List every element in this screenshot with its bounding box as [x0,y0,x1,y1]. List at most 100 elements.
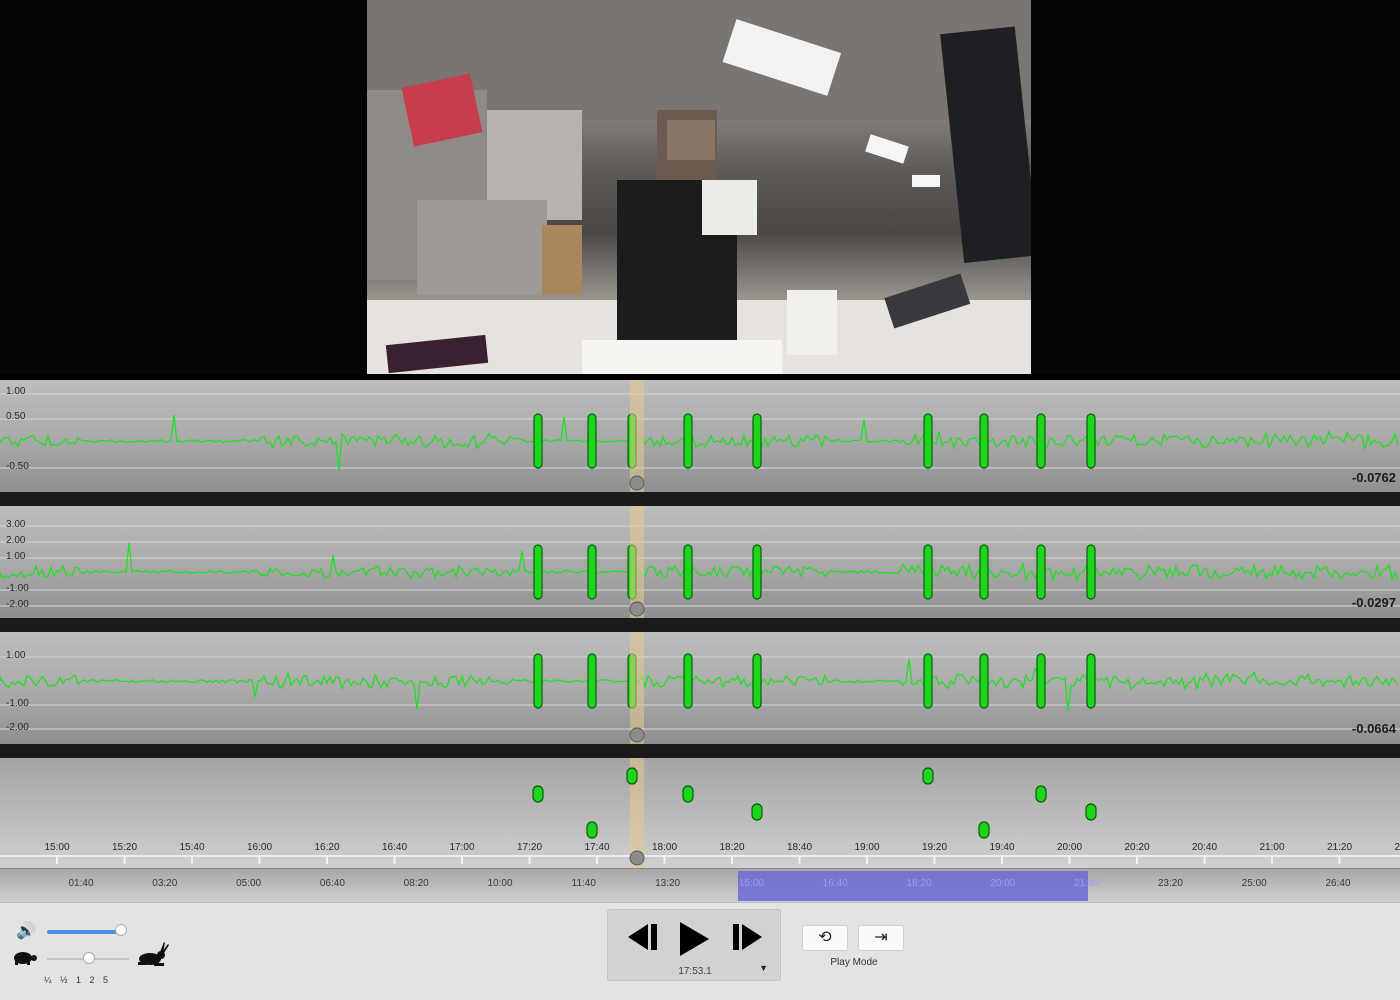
overview-time-label: 16:40 [822,878,848,889]
sensor-plot-2 [0,506,1400,618]
event-bar[interactable] [923,544,933,600]
event-bar[interactable] [533,653,543,709]
overview-time-label: 25:00 [1241,878,1267,889]
rabbit-icon[interactable] [134,941,170,967]
time-label: 17:40 [584,842,610,853]
value-readout: -0.0762 [1351,470,1396,485]
transport-controls: 17:53.1 ▼ [607,909,781,981]
overview-time-label: 21:40 [1074,878,1100,889]
event-bar[interactable] [923,653,933,709]
event-bar[interactable] [587,544,597,600]
time-label: 16:40 [381,842,408,853]
volume-icon[interactable]: 🔊 [16,921,36,941]
time-label: 18:40 [786,842,813,853]
time-label: 21:20 [1326,842,1353,853]
play-mode-label: Play Mode [830,957,878,968]
video-frame[interactable] [367,0,1031,374]
event-marker[interactable] [532,785,544,803]
time-label: 21:40 [1394,842,1400,853]
play-icon[interactable] [678,922,710,956]
playhead[interactable] [630,506,644,618]
ytick: 0.50 [6,411,26,422]
event-bar[interactable] [979,544,989,600]
event-bar[interactable] [1036,653,1046,709]
ytick: -0.50 [6,461,29,472]
time-label: 18:20 [719,842,745,853]
playhead-handle[interactable] [629,727,645,743]
speed-knob[interactable] [83,952,95,964]
sensor-panel-3[interactable]: 1.00 -1.00 -2.00 -0.0664 [0,632,1400,744]
event-marker[interactable] [751,803,763,821]
chevron-down-icon[interactable]: ▼ [759,963,768,973]
event-bar[interactable] [533,413,543,469]
playhead[interactable] [630,380,644,492]
time-label: 17:20 [516,842,543,853]
step-back-icon[interactable] [626,922,658,952]
sensor-plot-1 [0,380,1400,492]
overview-timeline[interactable]: 01:40 03:20 05:00 06:40 08:20 10:00 11:40 13:20… [0,868,1400,902]
ytick: 1.00 [6,551,26,562]
turtle-icon[interactable] [10,949,38,965]
time-label: 16:00 [246,842,273,853]
event-bar[interactable] [752,544,762,600]
panel-divider [0,492,1400,506]
time-label: 20:00 [1056,842,1083,853]
event-track[interactable]: 15:00 15:20 15:40 16:00 16:20 16:40 17:00 17:20… [0,758,1400,868]
overview-time-label: 26:40 [1325,878,1351,889]
event-marker[interactable] [626,767,638,785]
panel-divider [0,744,1400,758]
playhead[interactable] [630,632,644,744]
event-bar[interactable] [923,413,933,469]
event-bar[interactable] [752,413,762,469]
volume-knob[interactable] [115,924,127,936]
event-bar[interactable] [683,413,693,469]
time-label: 20:20 [1124,842,1150,853]
value-readout: -0.0664 [1351,721,1396,736]
event-bar[interactable] [752,653,762,709]
event-bar[interactable] [1036,413,1046,469]
event-bar[interactable] [979,653,989,709]
time-label: 19:00 [854,842,880,853]
play-range-icon[interactable]: ⇥ [858,925,904,951]
event-bar[interactable] [1086,544,1096,600]
sensor-panel-2[interactable]: 3.00 2.00 1.00 -1.00 -2.00 -0.0297 [0,506,1400,618]
speed-labels: ¼ ½ 1 2 5 [44,975,109,985]
ytick: 1.00 [6,650,26,661]
event-bar[interactable] [1086,653,1096,709]
event-bar[interactable] [533,544,543,600]
playhead-handle[interactable] [629,601,645,617]
loop-icon[interactable]: ⟲ [802,925,848,951]
event-marker[interactable] [922,767,934,785]
event-marks [0,758,1400,868]
event-bar[interactable] [683,653,693,709]
overview-time-label: 13:20 [655,878,681,889]
event-marker[interactable] [1035,785,1047,803]
event-bar[interactable] [587,413,597,469]
step-forward-icon[interactable] [732,922,764,952]
playhead-handle[interactable] [629,850,645,866]
panel-divider [0,618,1400,632]
event-marker[interactable] [586,821,598,839]
sensor-video-player: 1.00 0.50 -0.50 -0.0762 3.00 2.00 1.00 -… [0,0,1400,1000]
overview-time-label: 15:00 [738,878,764,889]
event-marker[interactable] [978,821,990,839]
event-marker[interactable] [682,785,694,803]
volume-level [47,930,123,934]
event-bar[interactable] [587,653,597,709]
sensor-plot-3 [0,632,1400,744]
time-label: 21:00 [1259,842,1285,853]
event-bar[interactable] [683,544,693,600]
event-bar[interactable] [979,413,989,469]
signal-trace [0,542,1399,583]
signal-trace [0,658,1399,711]
volume-slider[interactable] [47,930,125,934]
ytick: -1.00 [6,583,29,594]
overview-time-label: 11:40 [571,878,596,889]
event-marker[interactable] [1085,803,1097,821]
event-bar[interactable] [1086,413,1096,469]
playhead-handle[interactable] [629,475,645,491]
overview-time-label: 23:20 [1157,878,1183,889]
time-label: 15:20 [111,842,138,853]
sensor-panel-1[interactable]: 1.00 0.50 -0.50 -0.0762 [0,380,1400,492]
event-bar[interactable] [1036,544,1046,600]
